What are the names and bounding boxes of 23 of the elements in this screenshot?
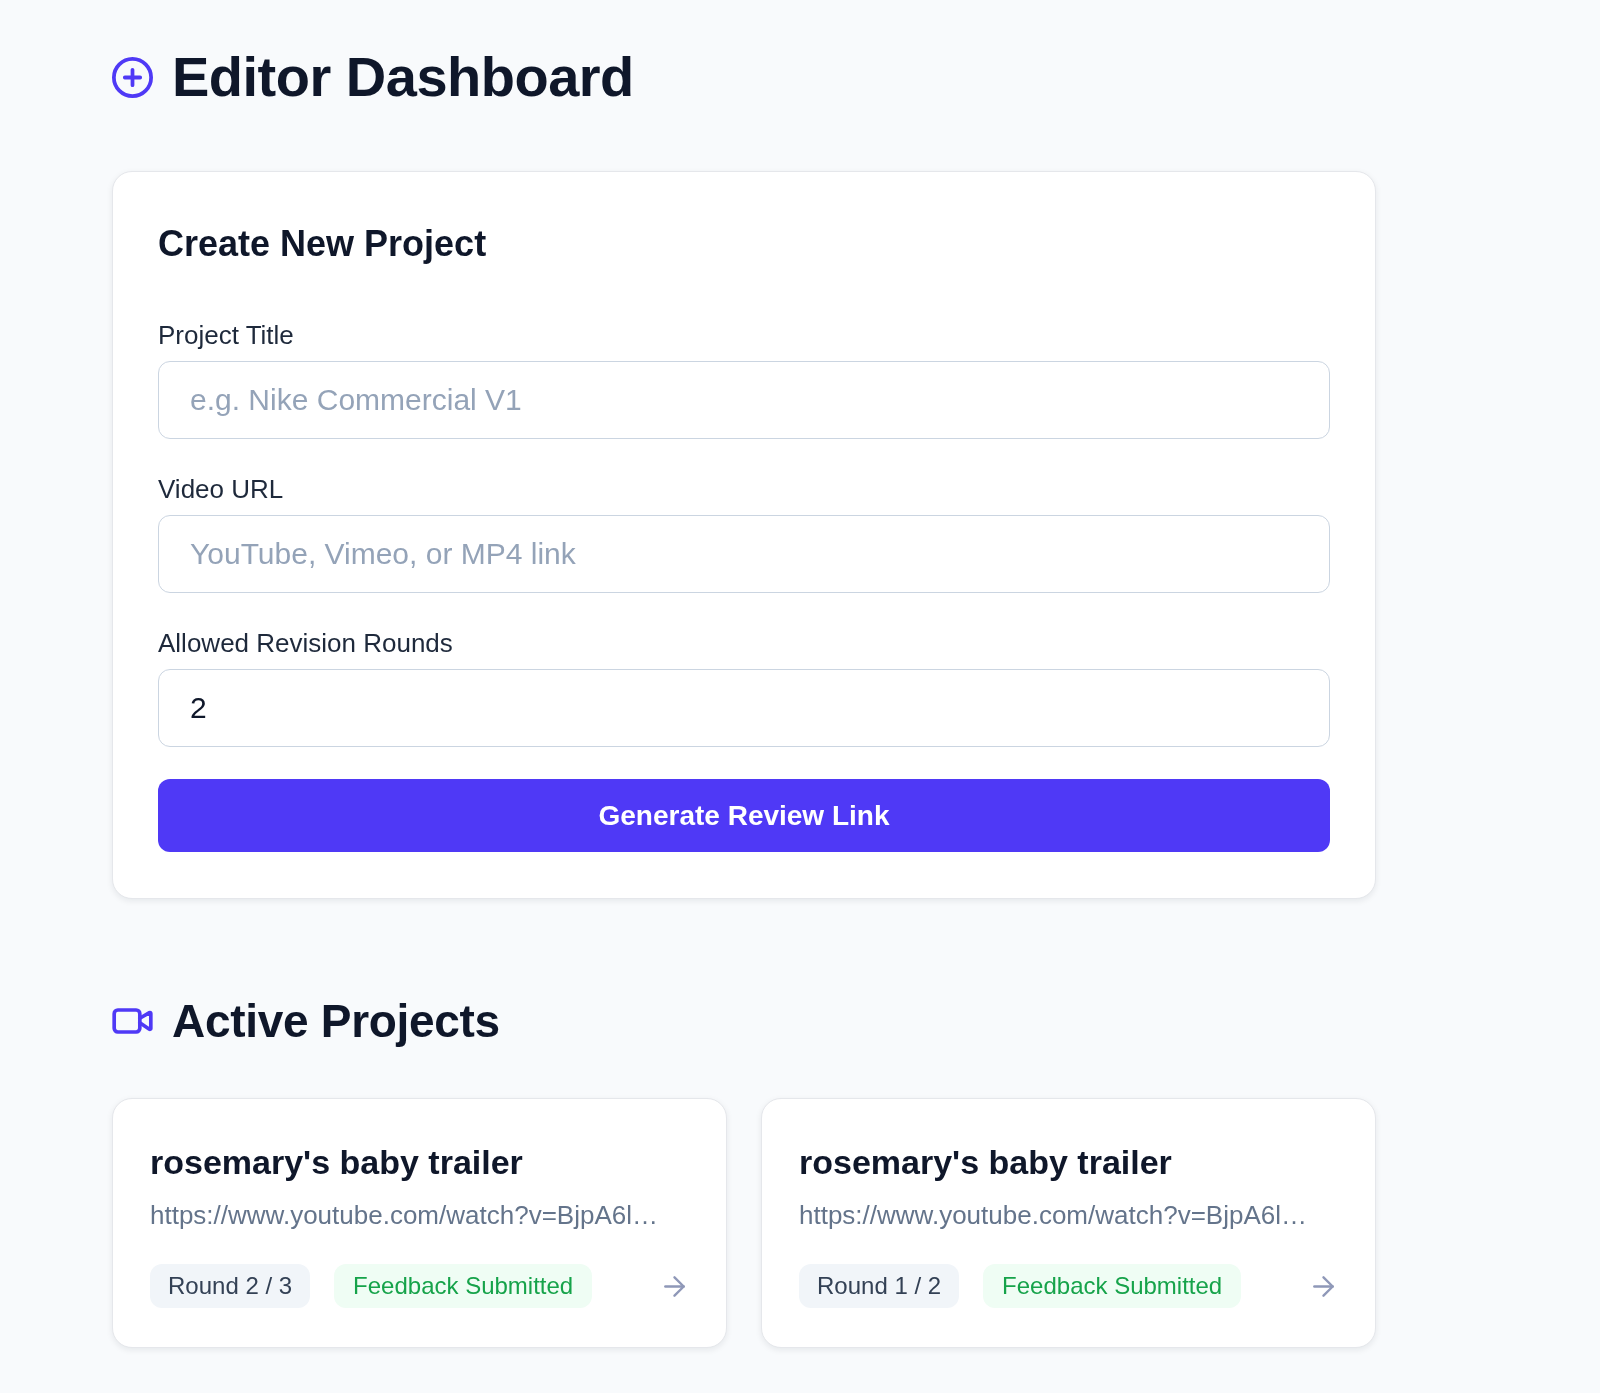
arrow-right-icon: [664, 1275, 685, 1297]
status-badge: Feedback Submitted: [983, 1264, 1242, 1308]
round-badge: Round 1 / 2: [799, 1264, 960, 1308]
video-camera-icon: [112, 1008, 153, 1034]
round-badge: Round 2 / 3: [150, 1264, 311, 1308]
input-field[interactable]: 2: [158, 669, 1330, 747]
status-badge: Feedback Submitted: [334, 1264, 593, 1308]
input-field[interactable]: e.g. Nike Commercial V1: [158, 361, 1330, 439]
field-label: Project Title: [158, 319, 294, 351]
arrow-right-icon: [1313, 1275, 1334, 1297]
project-card[interactable]: rosemary's baby trailer https://www.youtube.com/watch?v=BjpA6l… Round 2 / 3 Feedback Submitted: [112, 1098, 727, 1348]
project-title: rosemary's baby trailer: [150, 1142, 523, 1182]
generate-link-button[interactable]: Generate Review Link: [158, 779, 1330, 852]
video-url: https://www.youtube.com/watch?v=BjpA6l…: [799, 1199, 1307, 1231]
video-url: https://www.youtube.com/watch?v=BjpA6l…: [150, 1199, 658, 1231]
input-field[interactable]: YouTube, Vimeo, or MP4 link: [158, 515, 1330, 593]
page-title: Editor Dashboard: [172, 49, 634, 105]
project-card[interactable]: rosemary's baby trailer https://www.youtube.com/watch?v=BjpA6l… Round 1 / 2 Feedback Submitted: [761, 1098, 1376, 1348]
form-title: Create New Project: [158, 222, 487, 266]
field-label: Allowed Revision Rounds: [158, 627, 453, 659]
field-label: Video URL: [158, 473, 284, 505]
plus-circle-icon: [112, 56, 153, 98]
project-title: rosemary's baby trailer: [799, 1142, 1172, 1182]
